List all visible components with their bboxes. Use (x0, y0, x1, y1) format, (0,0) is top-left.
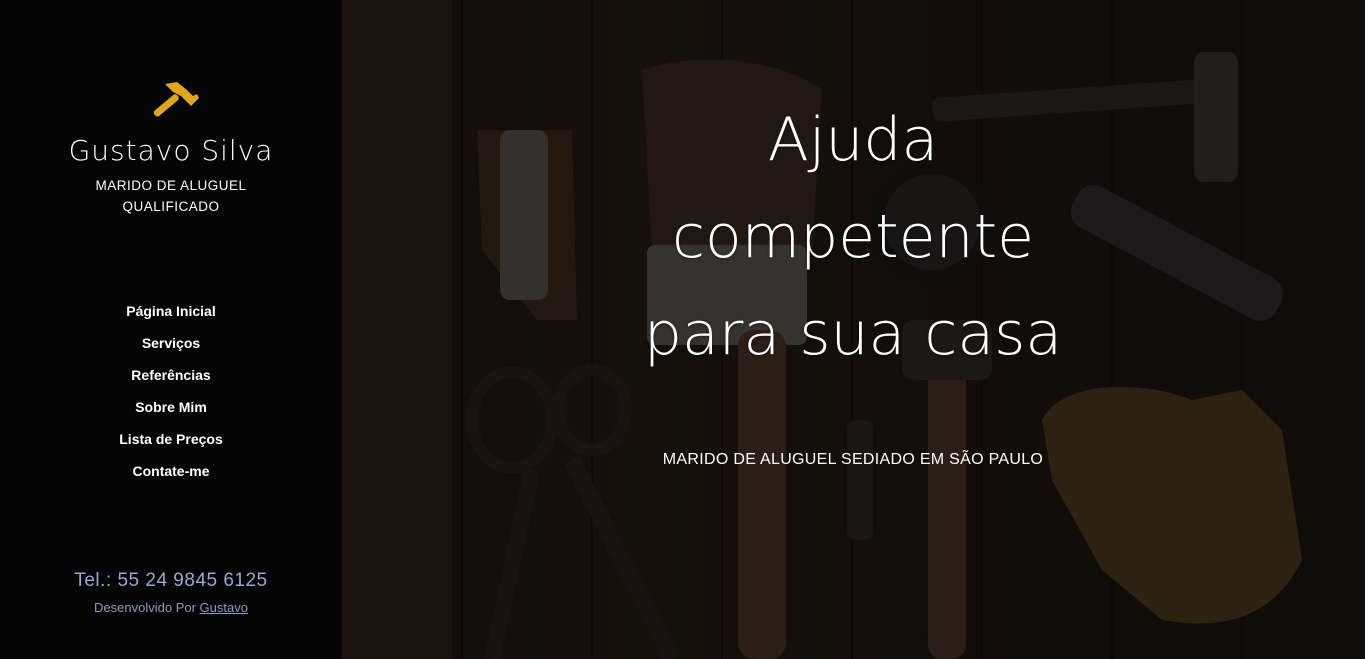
sidebar: Gustavo Silva MARIDO DE ALUGUEL QUALIFIC… (0, 0, 342, 659)
hero-subtitle: MARIDO DE ALUGUEL SEDIADO EM SÃO PAULO (662, 451, 1044, 468)
page: Gustavo Silva MARIDO DE ALUGUEL QUALIFIC… (0, 0, 1365, 659)
nav-item-services[interactable]: Serviços (0, 332, 342, 364)
nav-item-prices[interactable]: Lista de Preços (0, 428, 342, 460)
hero-headline-line-3: para sua casa (643, 299, 1063, 369)
nav-item-about[interactable]: Sobre Mim (0, 396, 342, 428)
main-nav: Página Inicial Serviços Referências Sobr… (0, 300, 342, 492)
tagline-line-1: MARIDO DE ALUGUEL (95, 178, 247, 193)
hero-section: Ajuda competente para sua casa MARIDO DE… (342, 0, 1365, 659)
credit-link[interactable]: Gustavo (200, 600, 248, 615)
hammer-icon[interactable] (141, 80, 201, 130)
hero-headline-line-1: Ajuda (767, 105, 939, 175)
nav-item-contact[interactable]: Contate-me (0, 460, 342, 492)
credit: Desenvolvido Por Gustavo (0, 600, 342, 615)
nav-item-references[interactable]: Referências (0, 364, 342, 396)
hero-headline-line-2: competente (671, 202, 1035, 272)
tagline-line-2: QUALIFICADO (122, 199, 220, 214)
hero-headline: Ajuda competente para sua casa (542, 92, 1164, 383)
phone-number: Tel.: 55 24 9845 6125 (74, 570, 268, 591)
nav-item-home[interactable]: Página Inicial (0, 300, 342, 332)
brand-tagline: MARIDO DE ALUGUEL QUALIFICADO (80, 175, 262, 217)
brand-name[interactable]: Gustavo Silva (0, 134, 342, 167)
credit-prefix: Desenvolvido Por (94, 600, 196, 615)
